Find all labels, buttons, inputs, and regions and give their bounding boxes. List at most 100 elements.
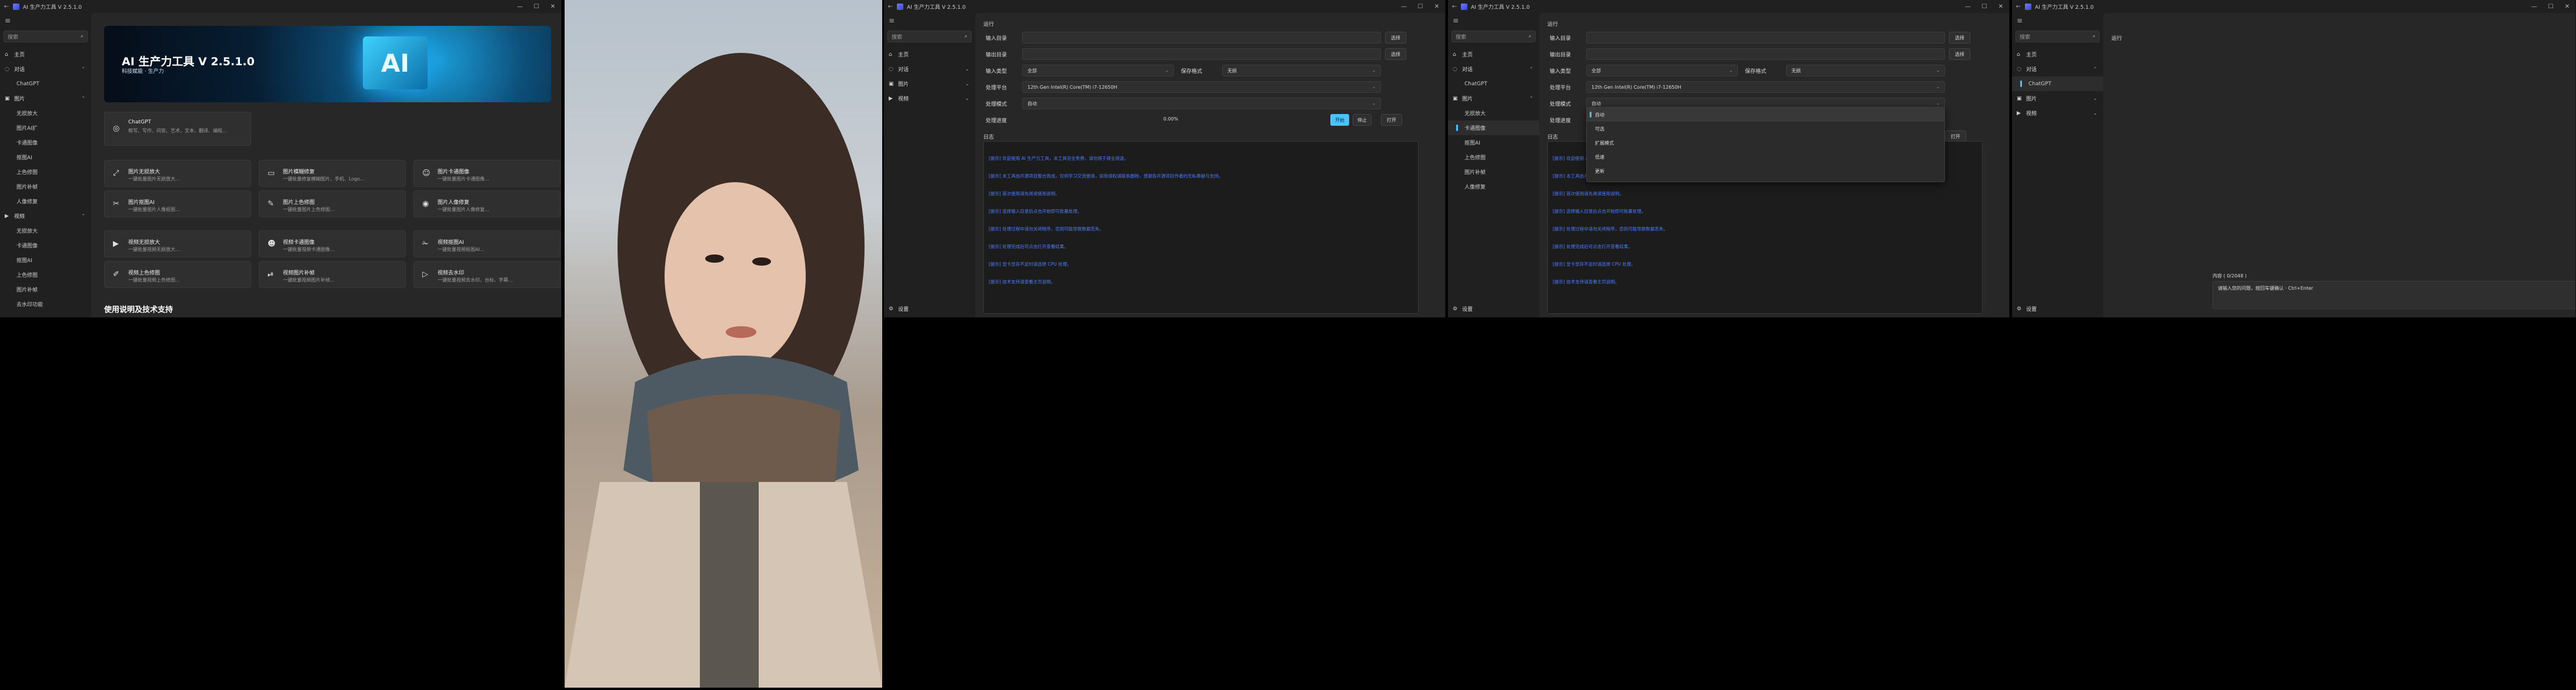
feature-card[interactable]: ⏯ 视频图片补帧 一键批量视频图片补帧... <box>259 261 406 288</box>
sidebar-item-chatgpt[interactable]: ChatGPT <box>0 76 91 91</box>
sidebar-item-chatgpt[interactable]: ChatGPT <box>2012 76 2103 91</box>
chat-input[interactable]: 请输入您的问题，按回车键确认 · Ctrl+Enter <box>2213 281 2575 309</box>
chatgpt-card[interactable]: ◎ ChatGPT 帮写、写作、问答、艺术、文本、翻译、编程... <box>104 112 251 146</box>
feature-card[interactable]: ⤢ 图片无损放大 一键批量图片无损放大... <box>104 160 251 187</box>
dropdown-option[interactable]: 低速 <box>1587 150 1944 164</box>
output-dir-field[interactable] <box>1022 48 1381 60</box>
input-dir-field[interactable] <box>1022 32 1381 43</box>
feature-card[interactable]: ▭ 图片模糊修复 一键批量修复模糊图片、手机、Logo... <box>259 160 406 187</box>
sidebar-item-video-cartoon[interactable]: 卡通图像 <box>0 238 91 253</box>
sidebar-item-image-matting[interactable]: 抠图AI <box>1448 135 1539 150</box>
sidebar-item-video-interp[interactable]: 图片补帧 <box>0 282 91 297</box>
menu-icon[interactable]: ≡ <box>2012 13 2103 28</box>
back-icon[interactable]: ← <box>884 4 897 10</box>
sidebar-item-video-upscale[interactable]: 无损放大 <box>0 223 91 238</box>
stop-button[interactable]: 停止 <box>1353 114 1372 126</box>
sidebar-item-image-interp[interactable]: 图片补帧 <box>0 179 91 194</box>
minimize-icon[interactable]: — <box>512 4 528 10</box>
search-input[interactable]: 搜索 ⌕ <box>1451 31 1536 42</box>
model-select[interactable]: 全部 ⌄ <box>1586 65 1738 76</box>
sidebar-item-image-colorize[interactable]: 上色修图 <box>0 165 91 179</box>
sidebar-item-video[interactable]: ▶ 视频 ⌄ <box>884 91 975 106</box>
feature-card[interactable]: ☺ 图片卡通图像 一键批量图片卡通图像... <box>413 160 560 187</box>
sidebar-item-home[interactable]: ⌂ 主页 <box>884 47 975 62</box>
sidebar-item-video-watermark[interactable]: 去水印功能 <box>0 297 91 311</box>
sidebar-item-image-colorize[interactable]: 上色修图 <box>1448 150 1539 165</box>
sidebar-item-dialog[interactable]: ◌ 对话 ⌃ <box>1448 62 1539 76</box>
back-icon[interactable]: ← <box>0 4 13 10</box>
maximize-icon[interactable]: ☐ <box>528 4 545 10</box>
open-button[interactable]: 打开 <box>1945 130 1966 142</box>
sidebar-item-image-interp[interactable]: 图片补帧 <box>1448 165 1539 179</box>
mode-select[interactable]: 无损 ⌄ <box>1222 65 1381 76</box>
input-browse-button[interactable]: 选择 <box>1385 32 1406 43</box>
back-icon[interactable]: ← <box>1448 4 1461 10</box>
search-icon[interactable]: ⌕ <box>81 34 84 39</box>
sidebar-item-home[interactable]: ⌂ 主页 <box>1448 47 1539 62</box>
sidebar-item-home[interactable]: ⌂ 主页 <box>0 47 91 62</box>
sidebar-item-image[interactable]: ▣ 图片 ⌄ <box>2012 91 2103 106</box>
sidebar-item-image-cartoon[interactable]: 卡通图像 <box>0 135 91 150</box>
start-button[interactable]: 开始 <box>1330 114 1349 126</box>
output-browse-button[interactable]: 选择 <box>1385 48 1406 60</box>
dropdown-option[interactable]: 可选 <box>1587 122 1944 136</box>
log-panel[interactable]: [提示] 欢迎使用 AI 生产力工具，本工具完全免费，请勿用于商业用途。 [提示… <box>983 141 1419 314</box>
sidebar-item-settings[interactable]: ⚙ 设置 <box>1448 302 1539 316</box>
back-icon[interactable]: ← <box>2012 4 2025 10</box>
feature-card[interactable]: ◉ 图片人像修复 一键批量图片人像修复... <box>413 190 560 217</box>
search-input[interactable]: 搜索 ⌕ <box>2016 31 2100 42</box>
open-button[interactable]: 打开 <box>1381 114 1402 126</box>
device-select[interactable]: 12th Gen Intel(R) Core(TM) i7-12650H ⌄ <box>1022 81 1381 93</box>
sidebar-item-chatgpt[interactable]: ChatGPT <box>1448 76 1539 91</box>
sidebar-item-image-upscale[interactable]: 无损放大 <box>1448 106 1539 120</box>
input-browse-button[interactable]: 选择 <box>1949 32 1970 43</box>
sidebar-item-image-expand[interactable]: 图片AI扩 <box>0 120 91 135</box>
search-input[interactable]: 搜索 ⌕ <box>887 31 972 42</box>
dropdown-option[interactable]: 扩展模式 <box>1587 136 1944 150</box>
menu-icon[interactable]: ≡ <box>1448 13 1539 28</box>
sidebar-item-dialog[interactable]: ◌ 对话 ⌃ <box>0 62 91 76</box>
feature-card[interactable]: ✎ 图片上色修图 一键批量图片上色修图... <box>259 190 406 217</box>
close-icon[interactable]: ✕ <box>2559 4 2575 10</box>
sidebar-item-settings[interactable]: ⚙ 设置 <box>2012 302 2103 316</box>
input-dir-field[interactable] <box>1586 32 1945 43</box>
close-icon[interactable]: ✕ <box>1429 4 1445 10</box>
search-icon[interactable]: ⌕ <box>2093 34 2095 39</box>
sidebar-item-image[interactable]: ▣ 图片 ⌃ <box>1448 91 1539 106</box>
feature-card[interactable]: ▷ 视频去水印 一键批量视频去水印、台标、字幕... <box>413 261 560 288</box>
menu-icon[interactable]: ≡ <box>884 13 975 28</box>
sidebar-item-image-portrait[interactable]: 人像修复 <box>1448 179 1539 194</box>
device-select[interactable]: 12th Gen Intel(R) Core(TM) i7-12650H ⌄ <box>1586 81 1945 93</box>
sidebar-item-settings[interactable]: ⚙ 设置 <box>884 302 975 316</box>
minimize-icon[interactable]: — <box>2526 4 2542 10</box>
sidebar-item-video[interactable]: ▶ 视频 ⌃ <box>0 209 91 223</box>
sidebar-item-dialog[interactable]: ◌ 对话 ⌃ <box>2012 62 2103 76</box>
sidebar-item-video[interactable]: ▶ 视频 ⌄ <box>2012 106 2103 120</box>
output-dir-field[interactable] <box>1586 48 1945 60</box>
search-icon[interactable]: ⌕ <box>965 34 967 39</box>
feature-card[interactable]: ☻ 视频卡通图像 一键批量视频卡通图像... <box>259 230 406 257</box>
model-select[interactable]: 全部 ⌄ <box>1022 65 1174 76</box>
dropdown-option[interactable]: 自动 <box>1587 108 1944 122</box>
maximize-icon[interactable]: ☐ <box>2542 4 2559 10</box>
sidebar-item-image[interactable]: ▣ 图片 ⌄ <box>884 76 975 91</box>
sidebar-item-image-cartoon[interactable]: 卡通图像 <box>1448 120 1539 135</box>
maximize-icon[interactable]: ☐ <box>1412 4 1429 10</box>
sidebar-item-video-colorize[interactable]: 上色修图 <box>0 267 91 282</box>
sidebar-item-image-matting[interactable]: 抠图AI <box>0 150 91 165</box>
sidebar-item-image-portrait[interactable]: 人像修复 <box>0 194 91 209</box>
menu-icon[interactable]: ≡ <box>0 13 91 28</box>
feature-card[interactable]: ✐ 视频上色修图 一键批量视频上色修图... <box>104 261 251 288</box>
close-icon[interactable]: ✕ <box>545 4 561 10</box>
feature-card[interactable]: ✂ 图片抠图AI 一键批量图片人像抠图... <box>104 190 251 217</box>
minimize-icon[interactable]: — <box>1960 4 1976 10</box>
minimize-icon[interactable]: — <box>1396 4 1412 10</box>
scale-select[interactable]: 自动 ⌄ <box>1022 98 1381 109</box>
sidebar-item-image[interactable]: ▣ 图片 ⌃ <box>0 91 91 106</box>
dropdown-option[interactable]: 更新 <box>1587 164 1944 178</box>
feature-card[interactable]: ✁ 视频抠图AI 一键批量视频抠图AI... <box>413 230 560 257</box>
sidebar-item-image-upscale[interactable]: 无损放大 <box>0 106 91 120</box>
feature-card[interactable]: ▶ 视频无损放大 一键批量视频无损放大... <box>104 230 251 257</box>
mode-select[interactable]: 无损 ⌄ <box>1786 65 1945 76</box>
search-icon[interactable]: ⌕ <box>1529 34 1531 39</box>
